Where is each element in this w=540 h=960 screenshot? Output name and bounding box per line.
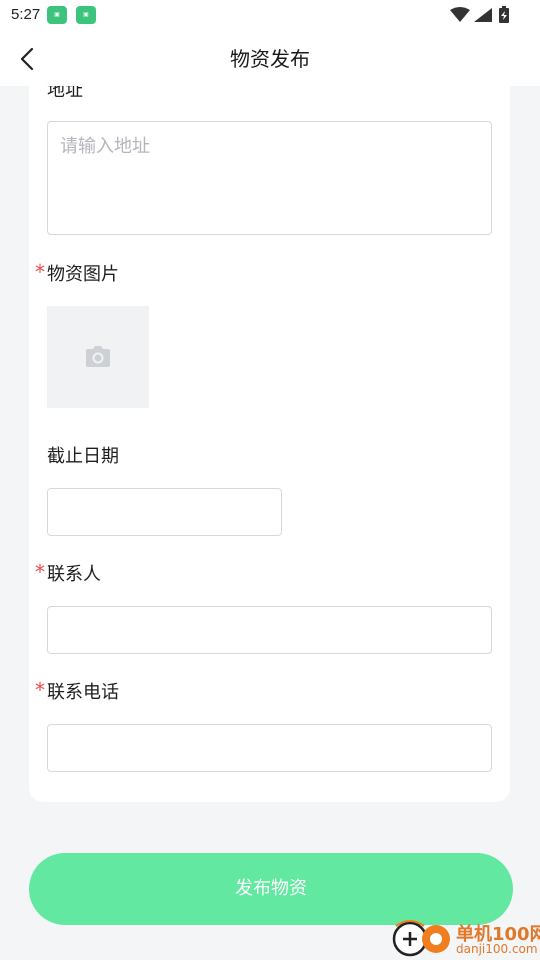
watermark-subtitle: danji100.com (456, 942, 538, 956)
publish-button[interactable]: 发布物资 (29, 853, 513, 925)
images-label-text: 物资图片 (47, 264, 119, 285)
battery-icon (499, 6, 509, 23)
page-title: 物资发布 (230, 47, 310, 71)
images-label: * 物资图片 (35, 260, 119, 286)
required-star: * (35, 560, 45, 584)
signal-icon (474, 8, 492, 22)
deadline-field[interactable] (47, 488, 282, 536)
system-icons (450, 6, 509, 23)
camera-icon (86, 346, 110, 367)
app-badge-icon: ▣ (47, 6, 67, 24)
status-bar: 5:27 ▣ ▣ (0, 0, 540, 32)
contact-person-label-text: 联系人 (47, 564, 101, 585)
form-card: 地址 请输入地址 * 物资图片 截止日期 * 联系人 * 联系电话 (29, 86, 510, 802)
deadline-label: 截止日期 (47, 446, 119, 467)
nav-bar: 物资发布 (0, 32, 540, 86)
back-button[interactable] (12, 44, 42, 74)
required-star: * (35, 260, 45, 284)
status-time: 5:27 (11, 6, 41, 23)
contact-person-label: * 联系人 (35, 560, 101, 586)
contact-person-field[interactable] (47, 606, 492, 654)
contact-phone-field[interactable] (47, 724, 492, 772)
address-placeholder: 请输入地址 (60, 136, 150, 157)
app-badge-icon: ▣ (76, 6, 96, 24)
required-star: * (35, 678, 45, 702)
chevron-left-icon (20, 47, 34, 71)
address-field[interactable]: 请输入地址 (47, 121, 492, 235)
contact-phone-label-text: 联系电话 (47, 682, 119, 703)
watermark-icon (392, 920, 450, 957)
contact-phone-label: * 联系电话 (35, 678, 119, 704)
add-photo-button[interactable] (47, 306, 149, 408)
wifi-icon (450, 7, 470, 22)
watermark-logo: 单机100网 danji100.com (392, 918, 540, 960)
